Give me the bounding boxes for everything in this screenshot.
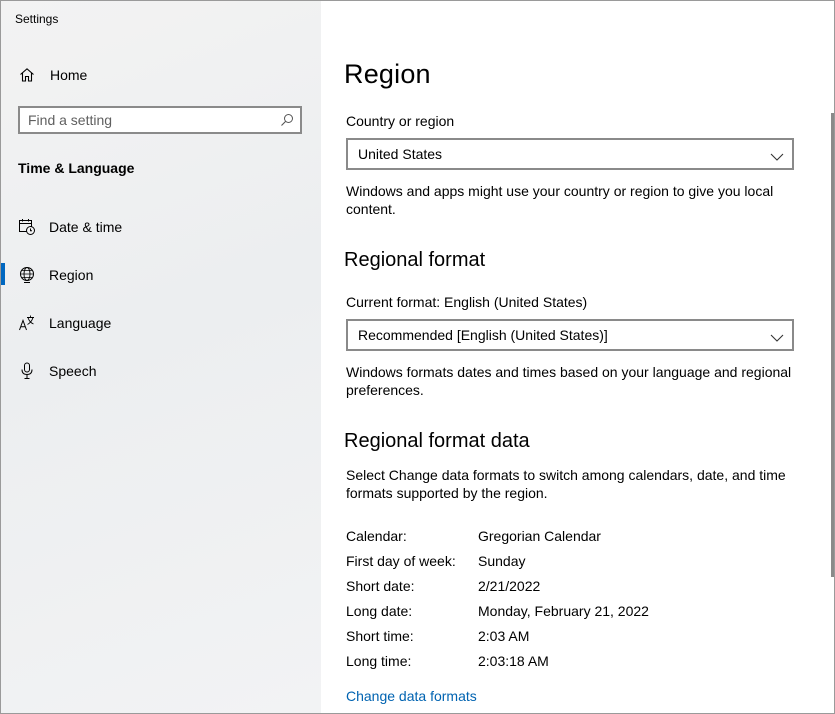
format-row-value: Sunday [478,553,526,569]
calendar-clock-icon [18,218,36,236]
home-icon [18,66,36,84]
country-label: Country or region [346,113,455,129]
search-box[interactable] [18,106,302,134]
page-title: Region [344,59,431,89]
regional-format-dropdown[interactable]: Recommended [English (United States)] [346,319,794,351]
sidebar-item-label: Home [50,67,88,83]
sidebar-item-language[interactable]: Language [1,303,321,343]
format-row-key: Short date: [346,578,415,594]
globe-icon [18,266,36,284]
format-data-heading: Regional format data [344,430,530,452]
language-icon [18,314,36,332]
format-row-key: Long date: [346,603,413,619]
format-row-key: Short time: [346,628,414,644]
format-data-description: Select Change data formats to switch amo… [346,467,786,501]
regional-format-description: Windows formats dates and times based on… [346,364,792,398]
sidebar-item-label: Language [49,315,112,331]
format-row-key: Calendar: [346,528,407,544]
format-row-key: Long time: [346,653,412,669]
app-title: Settings [15,12,59,26]
country-description: Windows and apps might use your country … [346,183,774,217]
regional-format-value: Recommended [English (United States)] [358,327,608,343]
country-value: United States [358,146,443,162]
sidebar-item-label: Speech [49,363,97,379]
format-row-key: First day of week: [346,553,456,569]
sidebar-item-label: Date & time [49,219,123,235]
sidebar-item-label: Region [49,267,94,283]
main-content: Region Country or region United States W… [322,1,834,713]
search-icon[interactable] [280,113,294,127]
current-format-label: Current format: English (United States) [346,294,588,310]
scrollbar[interactable] [831,113,834,577]
search-input[interactable] [28,111,268,129]
format-row-value: 2:03:18 AM [478,653,549,669]
change-data-formats-link[interactable]: Change data formats [346,688,477,704]
chevron-down-icon [770,149,784,161]
sidebar-item-speech[interactable]: Speech [1,351,321,391]
regional-format-heading: Regional format [344,249,486,271]
sidebar-item-home[interactable]: Home [1,55,321,95]
sidebar-item-region[interactable]: Region [1,255,321,295]
sidebar: Settings Home Time & Language Date & tim… [1,1,321,713]
country-dropdown[interactable]: United States [346,138,794,170]
section-heading: Time & Language [18,160,135,176]
microphone-icon [18,362,36,380]
chevron-down-icon [770,330,784,342]
format-row-value: 2:03 AM [478,628,530,644]
format-row-value: Gregorian Calendar [478,528,601,544]
format-row-value: Monday, February 21, 2022 [478,603,649,619]
format-row-value: 2/21/2022 [478,578,541,594]
settings-window: Settings Home Time & Language Date & tim… [0,0,835,714]
sidebar-item-date-time[interactable]: Date & time [1,207,321,247]
